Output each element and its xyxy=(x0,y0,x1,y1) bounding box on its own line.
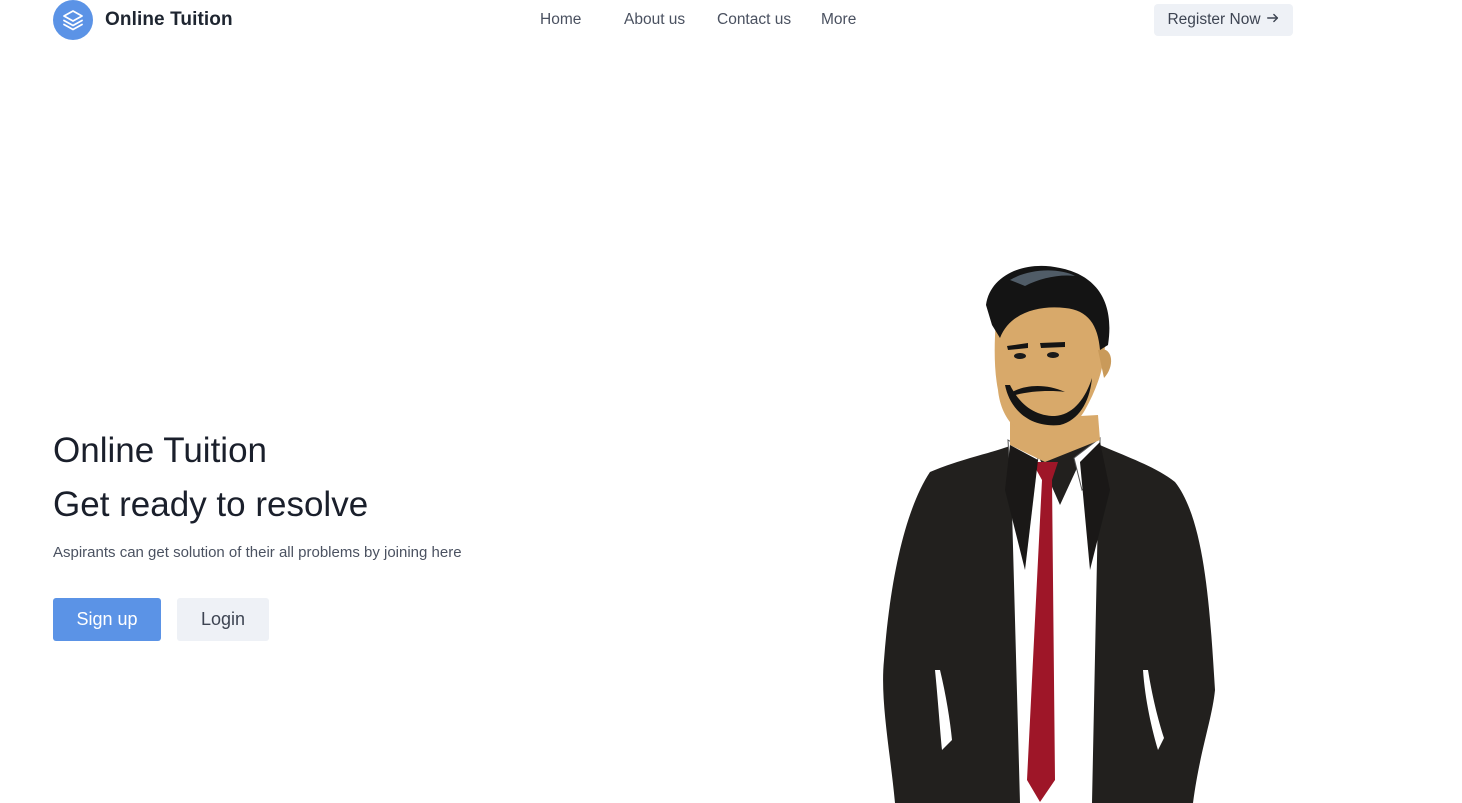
arrow-right-icon xyxy=(1266,11,1280,30)
hero-title-line2: Get ready to resolve xyxy=(53,485,369,524)
nav-contact[interactable]: Contact us xyxy=(717,11,791,29)
hero-title-line1: Online Tuition xyxy=(53,431,268,470)
signup-button[interactable]: Sign up xyxy=(53,598,161,641)
hero-title: Online Tuition Get ready to resolve xyxy=(53,424,368,532)
login-button[interactable]: Login xyxy=(177,598,269,641)
nav-about[interactable]: About us xyxy=(624,11,685,29)
register-now-button[interactable]: Register Now xyxy=(1154,4,1293,36)
nav-more[interactable]: More xyxy=(821,11,856,29)
register-now-label: Register Now xyxy=(1167,11,1261,28)
nav-home[interactable]: Home xyxy=(540,11,581,29)
hero-subtitle: Aspirants can get solution of their all … xyxy=(53,544,462,561)
businessman-illustration xyxy=(860,250,1240,803)
landing-page: Online Tuition Home About us Contact us … xyxy=(0,0,1462,803)
